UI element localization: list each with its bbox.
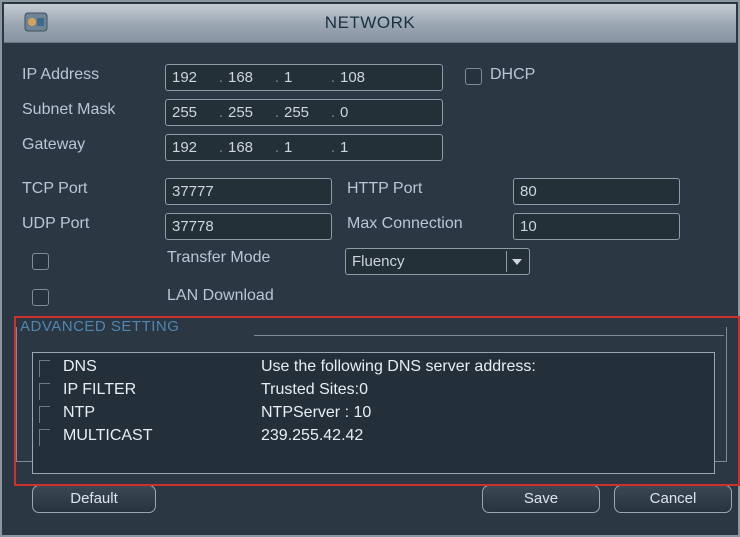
udp-port-label: UDP Port xyxy=(22,215,90,232)
gateway-octet-2[interactable]: 168 xyxy=(228,135,270,160)
list-item-dns[interactable]: DNS Use the following DNS server address… xyxy=(33,357,713,379)
cancel-button[interactable]: Cancel xyxy=(614,485,732,513)
subnet-octet-1[interactable]: 255 xyxy=(172,100,214,125)
advanced-setting-title: ADVANCED SETTING xyxy=(20,318,184,335)
udp-port-input[interactable]: 37778 xyxy=(165,213,332,240)
gateway-field[interactable]: 192. 168. 1. 1 xyxy=(165,134,443,161)
transfer-mode-label: Transfer Mode xyxy=(167,249,271,266)
subnet-octet-2[interactable]: 255 xyxy=(228,100,270,125)
transfer-mode-value: Fluency xyxy=(352,253,405,270)
ip-dot: . xyxy=(330,104,336,121)
ip-octet-2[interactable]: 168 xyxy=(228,65,270,90)
dhcp-checkbox[interactable] xyxy=(465,68,482,85)
gateway-octet-3[interactable]: 1 xyxy=(284,135,326,160)
title-bar: NETWORK xyxy=(4,4,736,43)
default-button[interactable]: Default xyxy=(32,485,156,513)
transfer-mode-select[interactable]: Fluency xyxy=(345,248,530,275)
list-item-value: Trusted Sites:0 xyxy=(261,381,369,398)
dhcp-label: DHCP xyxy=(490,66,536,83)
divider xyxy=(254,335,724,336)
row-marker xyxy=(39,383,50,400)
lan-download-checkbox[interactable] xyxy=(32,289,49,306)
ip-octet-4[interactable]: 108 xyxy=(340,65,382,90)
list-item-name: IP FILTER xyxy=(63,381,137,398)
dropdown-arrow-icon[interactable] xyxy=(506,251,527,272)
ip-dot: . xyxy=(274,139,280,156)
list-item-value: NTPServer : 10 xyxy=(261,404,372,421)
max-connection-label: Max Connection xyxy=(347,215,463,232)
max-connection-input[interactable]: 10 xyxy=(513,213,680,240)
row-marker xyxy=(39,360,50,377)
lan-download-label: LAN Download xyxy=(167,287,274,304)
list-item-name: MULTICAST xyxy=(63,427,153,444)
gateway-octet-1[interactable]: 192 xyxy=(172,135,214,160)
ip-octet-1[interactable]: 192 xyxy=(172,65,214,90)
tcp-port-input[interactable]: 37777 xyxy=(165,178,332,205)
list-item-name: NTP xyxy=(63,404,95,421)
ip-dot: . xyxy=(330,139,336,156)
ip-dot: . xyxy=(218,69,224,86)
subnet-mask-field[interactable]: 255. 255. 255. 0 xyxy=(165,99,443,126)
ip-dot: . xyxy=(218,139,224,156)
subnet-mask-label: Subnet Mask xyxy=(22,101,116,118)
ip-octet-3[interactable]: 1 xyxy=(284,65,326,90)
row-marker xyxy=(39,429,50,446)
network-window: NETWORK IP Address 192. 168. 1. 108 DHCP Su… xyxy=(0,0,740,537)
subnet-octet-3[interactable]: 255 xyxy=(284,100,326,125)
subnet-octet-4[interactable]: 0 xyxy=(340,100,382,125)
ip-dot: . xyxy=(274,104,280,121)
http-port-input[interactable]: 80 xyxy=(513,178,680,205)
list-item-value: 239.255.42.42 xyxy=(261,427,364,444)
list-item-multicast[interactable]: MULTICAST 239.255.42.42 xyxy=(33,426,713,448)
list-item-value: Use the following DNS server address: xyxy=(261,358,536,375)
gateway-octet-4[interactable]: 1 xyxy=(340,135,382,160)
gateway-label: Gateway xyxy=(22,136,86,153)
ip-address-field[interactable]: 192. 168. 1. 108 xyxy=(165,64,443,91)
ip-address-label: IP Address xyxy=(22,66,100,83)
window-title: NETWORK xyxy=(324,13,416,32)
row-marker xyxy=(39,406,50,423)
ip-dot: . xyxy=(218,104,224,121)
list-item-ip-filter[interactable]: IP FILTER Trusted Sites:0 xyxy=(33,380,713,402)
tcp-port-label: TCP Port xyxy=(22,180,88,197)
list-item-ntp[interactable]: NTP NTPServer : 10 xyxy=(33,403,713,425)
transfer-mode-checkbox[interactable] xyxy=(32,253,49,270)
list-item-name: DNS xyxy=(63,358,97,375)
ip-dot: . xyxy=(330,69,336,86)
ip-dot: . xyxy=(274,69,280,86)
save-button[interactable]: Save xyxy=(482,485,600,513)
http-port-label: HTTP Port xyxy=(347,180,423,197)
advanced-setting-list[interactable]: DNS Use the following DNS server address… xyxy=(32,352,715,474)
